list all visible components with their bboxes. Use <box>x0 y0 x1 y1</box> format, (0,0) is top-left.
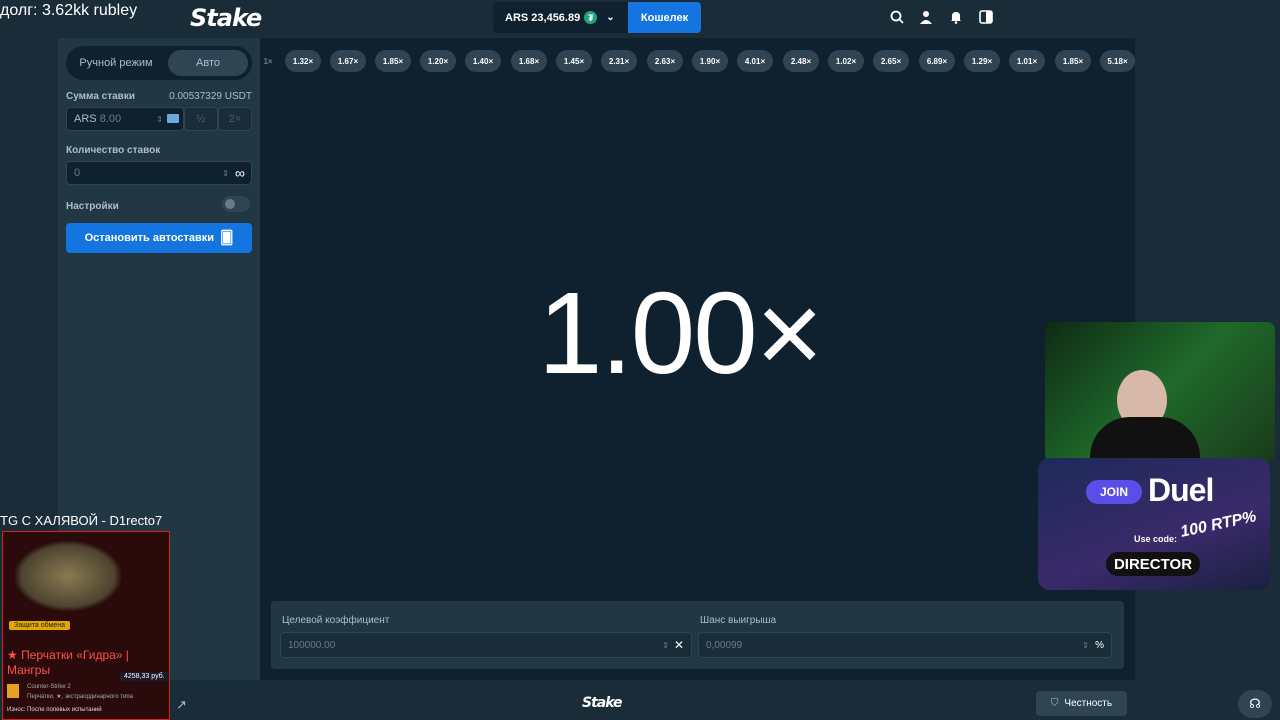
win-chance-input[interactable]: 0,00099 ⇕ % <box>698 632 1112 658</box>
user-icon[interactable] <box>919 10 933 24</box>
tab-auto[interactable]: Авто <box>168 50 248 76</box>
stepper-icon[interactable]: ⇕ <box>662 641 669 650</box>
stop-autobet-button[interactable]: Остановить автоставки 🂠 <box>66 223 252 253</box>
history-pill[interactable]: 1.45× <box>556 50 592 72</box>
bet-count-label: Количество ставок <box>66 145 161 156</box>
duel-brand: Duel <box>1148 472 1214 508</box>
streamer-body <box>1090 417 1200 462</box>
footer-stake-logo: Stake <box>582 695 623 711</box>
history-pill[interactable]: 1.32× <box>285 50 321 72</box>
promo-code: DIRECTOR <box>1106 552 1200 576</box>
history-pill[interactable]: 1.67× <box>330 50 366 72</box>
shield-check-icon: ⛉ <box>1050 698 1059 709</box>
search-icon[interactable] <box>890 10 904 24</box>
settings-toggle[interactable] <box>222 196 250 212</box>
stepper-icon[interactable]: ⇕ <box>156 115 163 124</box>
infinity-icon[interactable]: ∞ <box>235 165 245 181</box>
trade-protection-badge: Защита обмена <box>9 621 70 630</box>
history-pill[interactable]: 2.63× <box>647 50 683 72</box>
fairness-button[interactable]: ⛉ Честность <box>1036 691 1127 716</box>
bet-amount-input[interactable]: ARS 8.00 ⇕ <box>66 107 184 131</box>
wallet-button[interactable]: Кошелек <box>628 2 701 33</box>
game-area: 1× 1.32× 1.67× 1.85× 1.20× 1.40× 1.68× 1… <box>260 38 1135 680</box>
bet-amount-usdt: 0.00537329 USDT <box>169 91 252 102</box>
stream-debt-caption: долг: 3.62kk rubley <box>0 2 138 19</box>
percent-icon: % <box>1095 639 1104 651</box>
double-button[interactable]: 2× <box>218 107 252 131</box>
stream-tg-caption: TG С ХАЛЯВОЙ - D1recto7 <box>0 513 163 528</box>
bet-value: 8.00 <box>99 113 122 125</box>
skin-card: Защита обмена ★ Перчатки «Гидра» | Мангр… <box>2 531 170 720</box>
mode-toggle: Ручной режим Авто <box>66 46 252 80</box>
history-pill[interactable]: 4.01× <box>737 50 773 72</box>
multiply-icon: ✕ <box>673 638 684 652</box>
bet-amount-label: Сумма ставки <box>66 91 135 102</box>
history-pill[interactable]: 1.01× <box>1009 50 1045 72</box>
history-pill[interactable]: 1× <box>260 50 276 72</box>
target-multiplier-label: Целевой коэффициент <box>282 615 390 626</box>
bet-currency: ARS <box>74 113 97 125</box>
use-code-label: Use code: <box>1134 534 1178 544</box>
popout-icon[interactable]: ↗ <box>176 697 187 713</box>
skin-desc: Перчатки, ★, экстраординарного типа <box>27 694 133 700</box>
history-pill[interactable]: 1.68× <box>511 50 547 72</box>
target-multiplier-input[interactable]: 100000.00 ⇕ ✕ <box>280 632 692 658</box>
skin-wear: Износ: После полевых испытаний <box>7 707 102 713</box>
ars-flag-icon <box>167 114 179 123</box>
win-chance-label: Шанс выигрыша <box>700 615 777 626</box>
stepper-icon[interactable]: ⇕ <box>1082 641 1089 650</box>
tether-icon: ₮ <box>584 11 598 24</box>
balance-display[interactable]: ARS 23,456.89 ₮ ⌄ <box>493 2 628 33</box>
history-pill[interactable]: 2.48× <box>783 50 819 72</box>
history-pill[interactable]: 1.85× <box>1055 50 1091 72</box>
support-headset-icon[interactable]: ☊ <box>1238 690 1272 718</box>
stop-autobet-label: Остановить автоставки <box>84 232 215 244</box>
webcam-feed <box>1045 322 1275 462</box>
history-pill[interactable]: 1.29× <box>964 50 1000 72</box>
win-chance-value: 0,00099 <box>706 639 743 651</box>
bet-count-input[interactable]: 0 ⇕ ∞ <box>66 161 252 185</box>
cs2-icon <box>7 684 19 698</box>
chevron-down-icon: ⌄ <box>606 12 615 23</box>
skin-game: Counter-Strike 2 <box>27 684 71 690</box>
rtp-text: 100 RTP% <box>1178 508 1258 541</box>
history-pill[interactable]: 1.20× <box>420 50 456 72</box>
history-pill[interactable]: 1.85× <box>375 50 411 72</box>
skin-price: 4258,33 руб. <box>120 672 169 681</box>
history-pill[interactable]: 1.90× <box>692 50 728 72</box>
history-pill[interactable]: 5.18× <box>1100 50 1135 72</box>
history-pill[interactable]: 2.31× <box>601 50 637 72</box>
target-multiplier-value: 100000.00 <box>288 639 336 651</box>
fairness-label: Честность <box>1064 698 1113 709</box>
balance-amount: ARS 23,456.89 <box>505 11 581 24</box>
stake-logo[interactable]: Stake <box>190 4 262 32</box>
sidebar-toggle-icon[interactable] <box>979 10 993 24</box>
tab-manual[interactable]: Ручной режим <box>70 50 162 76</box>
duel-promo-banner[interactable]: JOIN Duel 100 RTP% Use code: DIRECTOR <box>1038 458 1270 590</box>
stepper-icon[interactable]: ⇕ <box>222 169 229 178</box>
toggle-knob <box>225 199 235 209</box>
current-multiplier: 1.00× <box>538 268 824 398</box>
bell-icon[interactable] <box>949 10 963 24</box>
join-badge: JOIN <box>1086 480 1142 504</box>
cards-icon: 🂠 <box>220 230 234 245</box>
history-pill[interactable]: 1.40× <box>465 50 501 72</box>
history-pill[interactable]: 2.65× <box>873 50 909 72</box>
history-pill[interactable]: 6.89× <box>919 50 955 72</box>
bet-count-value: 0 <box>74 167 81 179</box>
history-pill[interactable]: 1.02× <box>828 50 864 72</box>
half-button[interactable]: ½ <box>184 107 218 131</box>
settings-label: Настройки <box>66 201 119 212</box>
gloves-image <box>13 540 123 612</box>
